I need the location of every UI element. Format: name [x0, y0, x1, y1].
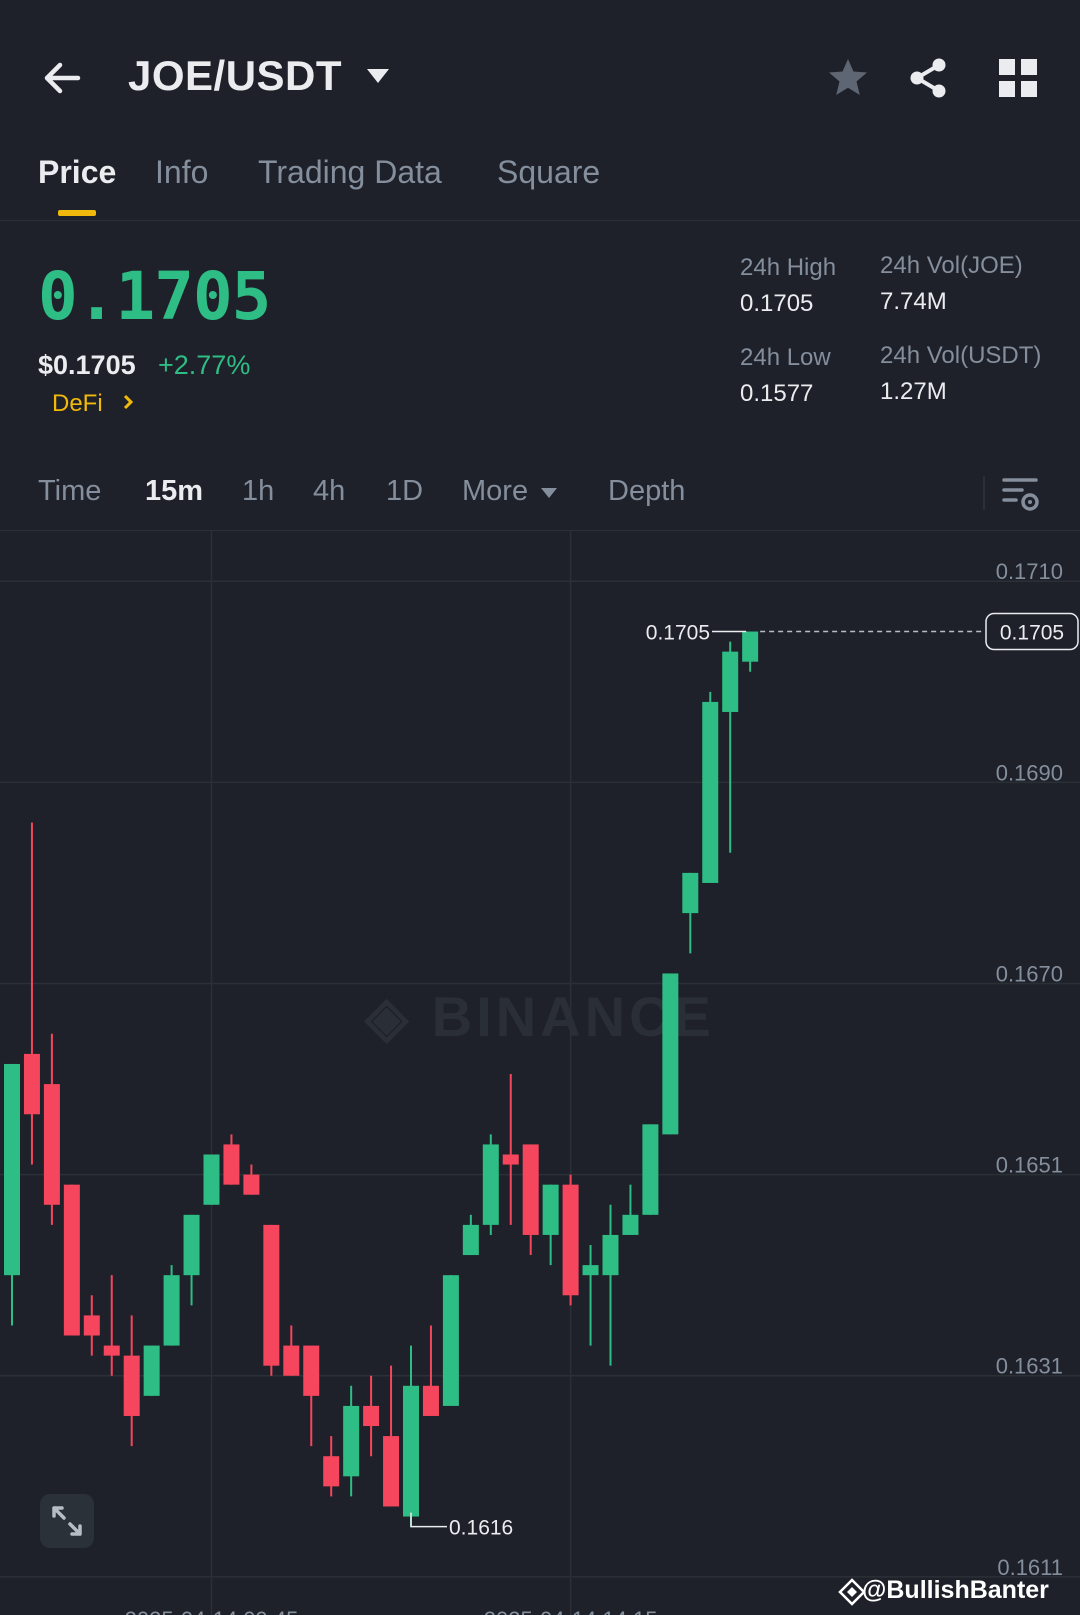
high-24h-label: 24h High [740, 254, 837, 281]
vol-base-value: 7.74M [880, 288, 947, 315]
candle-body [682, 872, 699, 914]
candle-body [602, 1234, 619, 1276]
candle-body [462, 1224, 479, 1256]
candle-body [303, 1345, 320, 1396]
vol-quote-value: 1.27M [880, 378, 947, 405]
candle-body [383, 1436, 400, 1507]
low-marker-label: 0.1616 [449, 1517, 513, 1540]
active-tab-indicator [58, 210, 96, 216]
candle-body [642, 1124, 659, 1215]
candle-body [582, 1265, 599, 1276]
vol-base-label: 24h Vol(JOE) [880, 252, 1023, 279]
chevron-right-icon[interactable] [120, 392, 136, 412]
tab-square[interactable]: Square [497, 154, 600, 191]
candle-body [83, 1315, 100, 1336]
low-24h-label: 24h Low [740, 344, 831, 371]
y-tick-label: 0.1710 [996, 559, 1063, 584]
candle-body [702, 701, 719, 883]
tab-price[interactable]: Price [38, 154, 116, 191]
fullscreen-button[interactable] [40, 1494, 94, 1548]
candle-body [323, 1456, 340, 1487]
category-tag[interactable]: DeFi [52, 390, 103, 418]
y-tick-label: 0.1651 [996, 1153, 1063, 1178]
candle-body [482, 1144, 499, 1225]
high-marker-label: 0.1705 [646, 622, 710, 645]
candle-body [662, 973, 679, 1135]
interval-15m[interactable]: 15m [145, 475, 203, 508]
pair-title[interactable]: JOE/USDT [128, 52, 342, 100]
candle-body [103, 1345, 120, 1356]
interval-bar: Time 15m 1h 4h 1D More Depth [0, 460, 1080, 531]
candle-body [422, 1385, 439, 1416]
candle-body [622, 1214, 639, 1235]
interval-4h[interactable]: 4h [313, 475, 345, 508]
candle-body [343, 1405, 360, 1477]
expand-icon [52, 1506, 82, 1536]
y-tick-label: 0.1631 [996, 1354, 1063, 1379]
candle-body [23, 1053, 40, 1115]
candle-body [263, 1224, 280, 1366]
tab-trading-data[interactable]: Trading Data [258, 154, 442, 191]
chart-settings-icon[interactable] [1000, 474, 1040, 514]
candle-body [203, 1154, 220, 1205]
candle-body [43, 1084, 60, 1205]
candle-body [363, 1405, 380, 1427]
user-watermark: @BullishBanter [862, 1576, 1049, 1604]
candle-body [163, 1275, 180, 1346]
candle-body [522, 1144, 539, 1235]
last-price-pill-label: 0.1705 [1000, 622, 1064, 645]
vol-quote-label: 24h Vol(USDT) [880, 342, 1042, 369]
candle-body [183, 1214, 200, 1276]
interval-more[interactable]: More [462, 475, 528, 508]
candle-body [123, 1355, 140, 1416]
candle-body [403, 1385, 419, 1517]
star-icon[interactable] [826, 56, 870, 100]
usd-price: $0.1705 [38, 350, 136, 380]
candlestick-chart[interactable]: 0.17100.16900.16700.16510.16310.16112025… [0, 531, 1080, 1615]
x-tick-label: 2025-04-14 09:45 [125, 1607, 299, 1615]
back-arrow-icon[interactable] [40, 56, 84, 100]
price-change-percent: +2.77% [158, 350, 251, 380]
top-bar: JOE/USDT [0, 0, 1080, 150]
divider [983, 476, 985, 510]
last-price: 0.1705 [38, 258, 271, 335]
candle-body [223, 1144, 240, 1185]
low-24h-value: 0.1577 [740, 380, 814, 407]
interval-1h[interactable]: 1h [242, 475, 274, 508]
y-tick-label: 0.1670 [996, 962, 1063, 987]
binance-watermark: ◈ BINANCE [363, 985, 715, 1048]
grid-icon[interactable] [996, 56, 1040, 100]
candle-body [722, 651, 739, 712]
candle-body [542, 1184, 559, 1235]
candle-body [283, 1345, 300, 1376]
candle-body [63, 1184, 80, 1336]
candle-body [243, 1174, 260, 1195]
candle-body [442, 1275, 459, 1406]
x-tick-label: 2025-04-14 14:15 [484, 1607, 658, 1615]
share-icon[interactable] [907, 56, 951, 100]
candle-body [143, 1345, 160, 1396]
tab-info[interactable]: Info [155, 154, 208, 191]
caret-down-icon[interactable] [366, 66, 390, 86]
interval-depth[interactable]: Depth [608, 475, 685, 508]
candle-body [4, 1063, 20, 1276]
interval-time[interactable]: Time [38, 475, 101, 508]
caret-down-icon[interactable] [540, 487, 558, 499]
candle-body [502, 1154, 519, 1165]
y-tick-label: 0.1690 [996, 760, 1063, 785]
tab-bar: Price Info Trading Data Square [0, 150, 1080, 221]
high-24h-value: 0.1705 [740, 290, 814, 317]
candle-body [562, 1184, 579, 1296]
interval-1d[interactable]: 1D [386, 475, 423, 508]
candle-body [742, 631, 759, 662]
